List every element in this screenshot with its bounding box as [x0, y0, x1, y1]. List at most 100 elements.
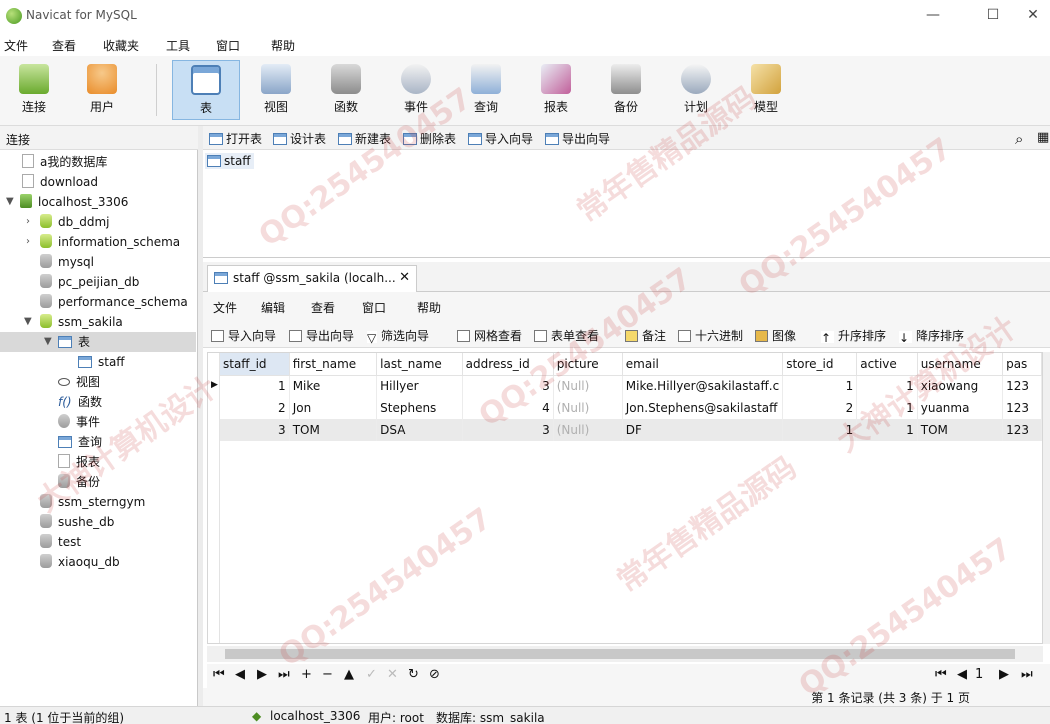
column-header[interactable]: last_name	[376, 353, 463, 376]
column-header[interactable]: active	[856, 353, 918, 376]
table-cell[interactable]: 1	[220, 375, 290, 397]
tree-item-backups[interactable]: 备份	[58, 472, 100, 492]
toolbar-table-button[interactable]: 表	[172, 60, 240, 120]
minimize-button[interactable]: —	[910, 0, 956, 30]
table-cell[interactable]: 1	[782, 375, 858, 397]
table-cell[interactable]: (Null)	[553, 375, 623, 397]
table-cell[interactable]: TOM	[917, 419, 1004, 441]
toolbar-model-button[interactable]: 模型	[732, 60, 800, 120]
table-cell[interactable]: 123	[1002, 419, 1042, 441]
table-cell[interactable]: Mike.Hillyer@sakilastaff.c	[622, 375, 784, 397]
table-cell[interactable]: Jon.Stephens@sakilastaff	[622, 397, 784, 419]
column-header[interactable]: email	[622, 353, 784, 376]
table-cell[interactable]: TOM	[289, 419, 378, 441]
toolbar-event-button[interactable]: 事件	[382, 60, 450, 120]
chevron-down-icon[interactable]: ▼	[44, 336, 52, 347]
tree-item-xiaoqu-db[interactable]: xiaoqu_db	[40, 552, 120, 572]
table-cell[interactable]: 123	[1002, 397, 1042, 419]
tree-item-pc-peijian-db[interactable]: pc_peijian_db	[40, 272, 139, 292]
tree-item-ssm-sterngym[interactable]: ssm_sterngym	[40, 492, 145, 512]
scrollbar-thumb[interactable]	[225, 649, 1015, 659]
menu-tools[interactable]: 工具	[166, 37, 190, 54]
toolbar-query-button[interactable]: 查询	[452, 60, 520, 120]
refresh-icon[interactable]: ↻	[408, 667, 419, 682]
tree-item-functions[interactable]: f() 函数	[58, 392, 102, 412]
design-table-button[interactable]: 设计表	[273, 130, 326, 147]
filter-wizard-button[interactable]: ▽ 筛选向导	[367, 327, 429, 345]
grid-import-wizard-button[interactable]: 导入向导	[211, 327, 276, 344]
chevron-down-icon[interactable]: ▼	[6, 196, 14, 207]
horizontal-scrollbar[interactable]	[207, 646, 1043, 662]
table-cell[interactable]: (Null)	[553, 397, 623, 419]
chevron-right-icon[interactable]: ›	[26, 236, 30, 247]
table-cell[interactable]: 2	[782, 397, 858, 419]
column-header[interactable]: pas	[1002, 353, 1042, 376]
tab-staff[interactable]: staff @ssm_sakila (localh... ✕	[207, 265, 417, 292]
previous-page-icon[interactable]: ◀	[957, 667, 967, 682]
vertical-scrollbar[interactable]	[1043, 352, 1050, 644]
menu-favorites[interactable]: 收藏夹	[103, 37, 139, 54]
table-cell[interactable]: Jon	[289, 397, 378, 419]
inner-menu-edit[interactable]: 编辑	[261, 299, 285, 316]
table-cell[interactable]: Hillyer	[376, 375, 463, 397]
column-header[interactable]: first_name	[289, 353, 378, 376]
hex-button[interactable]: 十六进制	[678, 327, 743, 344]
grid-export-wizard-button[interactable]: 导出向导	[289, 327, 354, 344]
last-record-icon[interactable]: ⏭	[278, 667, 290, 682]
table-cell[interactable]: 2	[220, 397, 290, 419]
add-record-icon[interactable]: +	[301, 667, 312, 682]
chevron-right-icon[interactable]: ›	[26, 216, 30, 227]
table-cell[interactable]: Stephens	[376, 397, 463, 419]
page-number[interactable]: 1	[975, 667, 983, 682]
tree-item-events[interactable]: 事件	[58, 412, 100, 432]
tree-item-ssm-sakila[interactable]: ssm_sakila	[40, 312, 123, 332]
toolbar-view-button[interactable]: 视图	[242, 60, 310, 120]
table-row[interactable]: 3 TOM DSA 3 (Null) DF 1 1 TOM 123	[220, 419, 1042, 441]
inner-menu-file[interactable]: 文件	[213, 299, 237, 316]
toolbar-report-button[interactable]: 报表	[522, 60, 590, 120]
table-cell[interactable]: yuanma	[917, 397, 1004, 419]
column-header[interactable]: address_id	[462, 353, 554, 376]
discard-changes-icon[interactable]: ✕	[387, 667, 398, 682]
column-header[interactable]: picture	[553, 353, 623, 376]
column-header[interactable]: staff_id	[220, 353, 290, 376]
memo-button[interactable]: 备注	[625, 327, 666, 344]
tree-item-tables[interactable]: 表	[0, 332, 196, 352]
toolbar-backup-button[interactable]: 备份	[592, 60, 660, 120]
object-item-staff[interactable]: staff	[205, 153, 254, 169]
delete-table-button[interactable]: 删除表	[403, 130, 456, 147]
table-cell[interactable]: (Null)	[553, 419, 623, 441]
column-header[interactable]: store_id	[782, 353, 858, 376]
toolbar-function-button[interactable]: 函数	[312, 60, 380, 120]
inner-menu-window[interactable]: 窗口	[362, 299, 386, 316]
first-page-icon[interactable]: ⏮	[935, 667, 947, 682]
tree-item-performance-schema[interactable]: performance_schema	[40, 292, 188, 312]
delete-record-icon[interactable]: −	[322, 667, 333, 682]
close-window-button[interactable]: ✕	[1010, 0, 1050, 30]
form-view-button[interactable]: 表单查看	[534, 327, 599, 344]
tree-item-db-ddmj[interactable]: db_ddmj	[40, 212, 110, 232]
previous-record-icon[interactable]: ◀	[235, 667, 245, 682]
edit-record-icon[interactable]: ▲	[344, 667, 354, 682]
close-tab-icon[interactable]: ✕	[399, 270, 410, 285]
next-page-icon[interactable]: ▶	[999, 667, 1009, 682]
grid-view-button[interactable]: 网格查看	[457, 327, 522, 344]
tree-item-reports[interactable]: 报表	[58, 452, 100, 472]
tree-item-test[interactable]: test	[40, 532, 81, 552]
table-cell[interactable]: 1	[856, 375, 918, 397]
inner-menu-view[interactable]: 查看	[311, 299, 335, 316]
table-row[interactable]: 1 Mike Hillyer 3 (Null) Mike.Hillyer@sak…	[220, 375, 1042, 397]
image-button[interactable]: 图像	[755, 327, 796, 344]
toolbar-connection-button[interactable]: 连接	[0, 60, 68, 120]
tree-item-mysql[interactable]: mysql	[40, 252, 94, 272]
grid-view-icon[interactable]: ▦	[1037, 130, 1049, 145]
menu-file[interactable]: 文件	[4, 37, 28, 54]
toolbar-schedule-button[interactable]: 计划	[662, 60, 730, 120]
tree-item-queries[interactable]: 查询	[58, 432, 102, 452]
toolbar-user-button[interactable]: 用户	[68, 60, 136, 120]
table-cell[interactable]: Mike	[289, 375, 378, 397]
column-header[interactable]: username	[917, 353, 1004, 376]
table-cell[interactable]: DF	[622, 419, 784, 441]
table-cell[interactable]: 4	[462, 397, 554, 419]
apply-changes-icon[interactable]: ✓	[366, 667, 377, 682]
